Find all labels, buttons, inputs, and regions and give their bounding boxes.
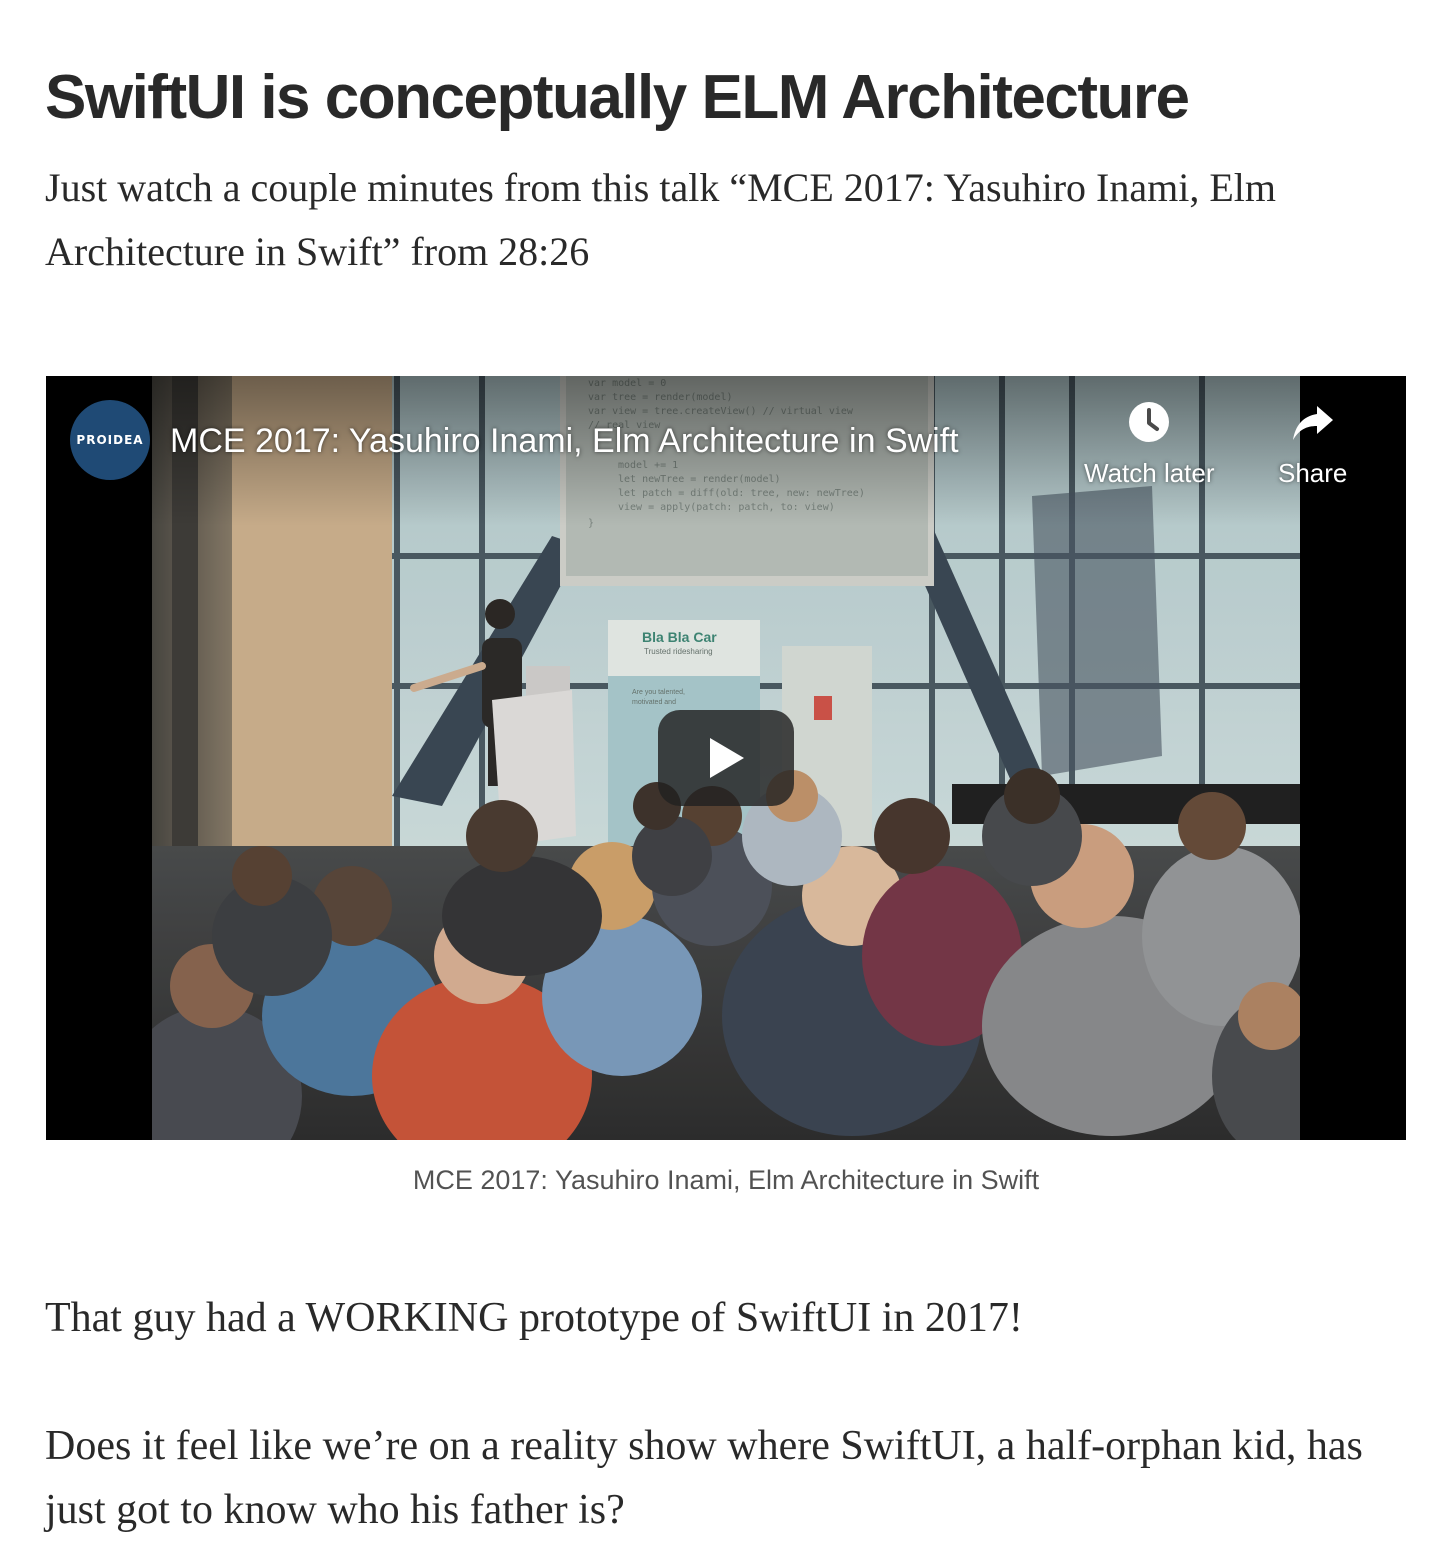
share-label: Share	[1278, 458, 1348, 488]
share-arrow-icon	[1292, 406, 1333, 440]
watch-later-button[interactable]: Watch later	[1084, 400, 1215, 489]
video-caption: MCE 2017: Yasuhiro Inami, Elm Architectu…	[412, 1165, 1040, 1195]
video-title[interactable]: MCE 2017: Yasuhiro Inami, Elm Architectu…	[170, 418, 959, 464]
play-icon	[710, 738, 744, 778]
paragraph-2: Does it feel like we’re on a reality sho…	[45, 1423, 1363, 1533]
article-title: SwiftUI is conceptually ELM Architecture	[45, 63, 1190, 132]
watch-later-label: Watch later	[1084, 458, 1215, 488]
channel-avatar[interactable]: PROIDEA	[70, 400, 150, 480]
share-button[interactable]: Share	[1278, 400, 1347, 489]
channel-logo-text: PROIDEA	[76, 433, 144, 447]
clock-icon	[1129, 402, 1170, 442]
paragraph-1: That guy had a WORKING prototype of Swif…	[45, 1295, 1023, 1341]
video-embed[interactable]: var model = 0 var tree = render(model) v…	[46, 376, 1406, 1140]
article-intro: Just watch a couple minutes from this ta…	[45, 165, 1276, 274]
play-button[interactable]	[658, 710, 794, 806]
